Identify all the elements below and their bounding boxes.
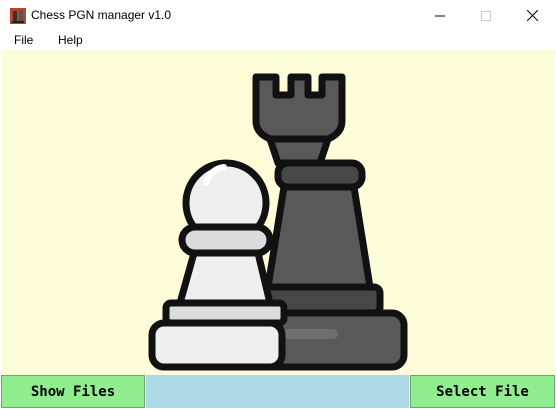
title-bar: Chess PGN manager v1.0: [0, 0, 556, 31]
maximize-icon: [481, 10, 491, 21]
show-files-button[interactable]: Show Files: [1, 375, 145, 408]
pawn-icon: [148, 159, 288, 371]
bottom-toolbar: Show Files Select File: [0, 375, 556, 409]
maximize-button[interactable]: [463, 0, 509, 31]
close-icon: [526, 10, 538, 21]
select-file-button[interactable]: Select File: [410, 375, 555, 408]
close-button[interactable]: [509, 0, 555, 31]
minimize-button[interactable]: [417, 0, 463, 31]
minimize-icon: [435, 15, 445, 16]
menu-file[interactable]: File: [14, 33, 33, 47]
window-title: Chess PGN manager v1.0: [31, 8, 172, 22]
menu-help[interactable]: Help: [58, 33, 83, 47]
chess-app-icon: [10, 8, 26, 24]
menu-bar: File Help: [0, 31, 556, 50]
selected-file-field: [146, 375, 409, 408]
chess-pieces-illustration: [148, 73, 408, 371]
